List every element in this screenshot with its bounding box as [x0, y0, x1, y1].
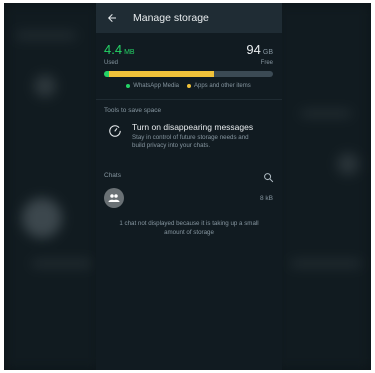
tool-description: Stay in control of future storage needs …	[132, 134, 249, 149]
back-arrow-icon[interactable]	[105, 11, 119, 25]
search-icon[interactable]	[263, 170, 274, 183]
hidden-chats-note: 1 chat not displayed because it is takin…	[119, 220, 259, 236]
video-frame: Manage storage 4.4 MB 94 GB Used Free Wh…	[4, 3, 371, 370]
used-label: Used	[104, 60, 119, 66]
storage-usage-bar	[104, 71, 273, 77]
legend-dot	[126, 84, 131, 88]
app-bar: Manage storage	[96, 3, 282, 33]
legend-whatsapp-media: WhatsApp Media	[126, 83, 179, 89]
tool-title: Turn on disappearing messages	[132, 122, 254, 132]
used-amount: 4.4 MB	[104, 42, 135, 57]
free-label: Free	[260, 60, 273, 66]
apps-segment	[109, 71, 214, 77]
legend-apps-other: Apps and other items	[187, 83, 251, 89]
manage-storage-screen: Manage storage 4.4 MB 94 GB Used Free Wh…	[96, 3, 282, 370]
legend-dot	[187, 84, 191, 88]
timer-icon	[108, 124, 124, 140]
storage-summary: 4.4 MB 94 GB Used Free WhatsApp Media Ap…	[96, 33, 282, 89]
page-title: Manage storage	[133, 12, 209, 24]
group-avatar-icon	[104, 188, 124, 208]
chats-section-title: Chats	[104, 172, 121, 179]
chat-row[interactable]: 8 kB	[96, 181, 282, 208]
chat-size: 8 kB	[259, 194, 273, 202]
tools-section-title: Tools to save space	[104, 107, 162, 114]
chats-header: Chats	[96, 170, 282, 183]
free-amount: 94 GB	[246, 42, 273, 57]
disappearing-messages-item[interactable]: Turn on disappearing messages Stay in co…	[96, 114, 282, 150]
storage-legend: WhatsApp Media Apps and other items	[104, 83, 273, 89]
